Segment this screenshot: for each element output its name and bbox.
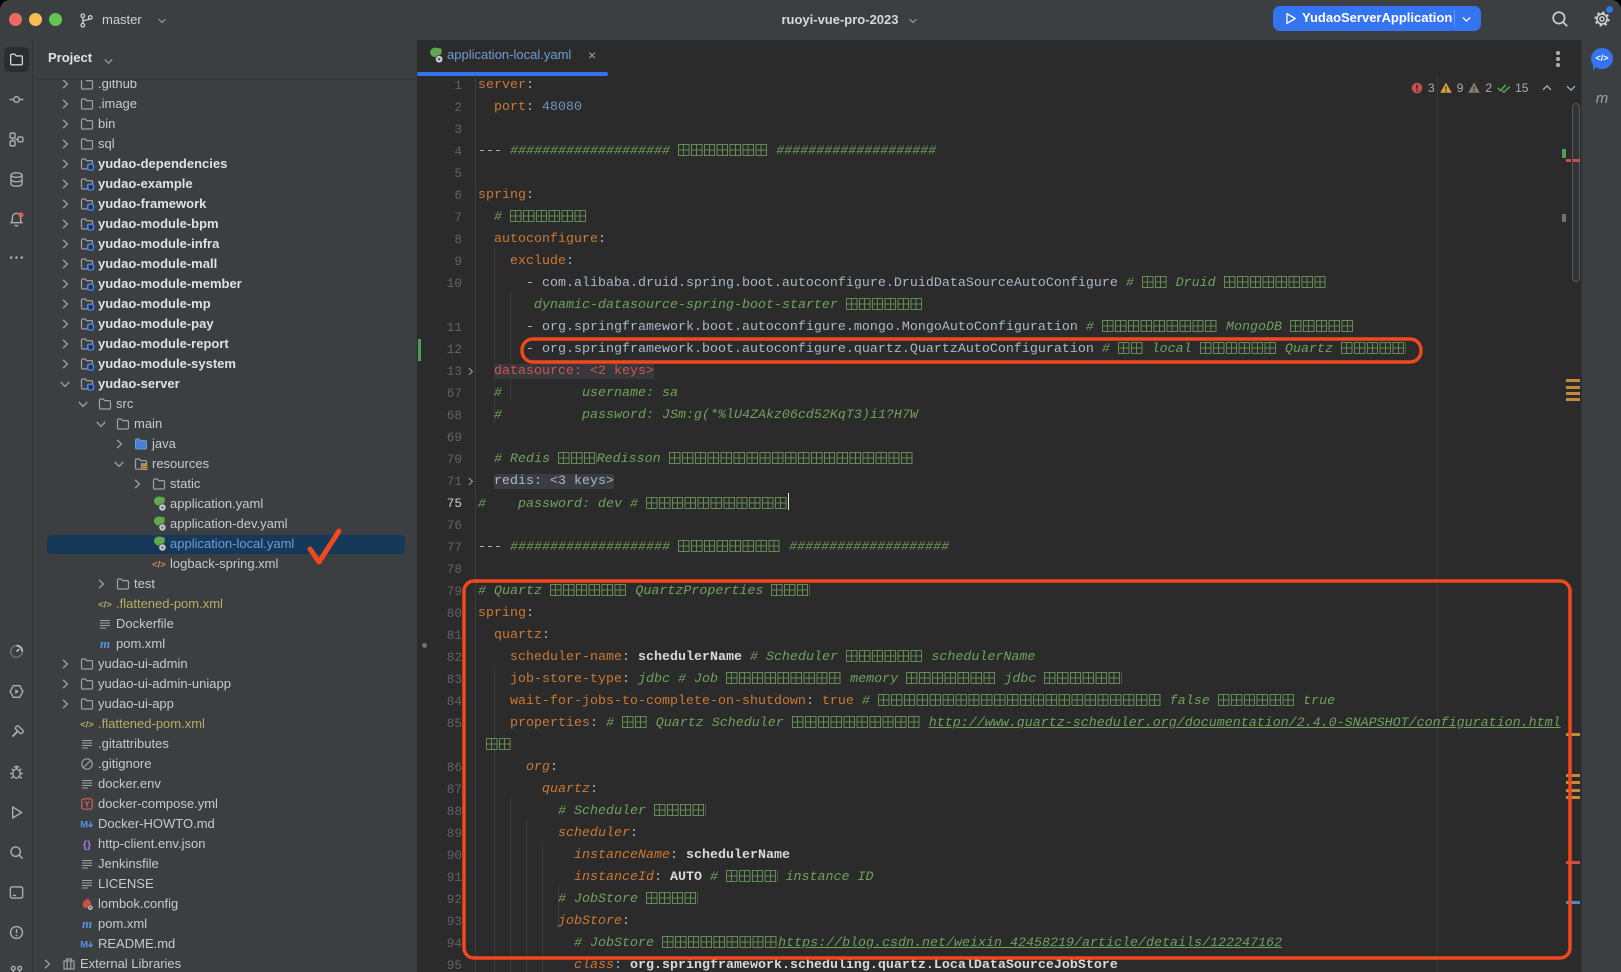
svg-text:Y: Y — [84, 800, 90, 809]
svg-text:</>: </> — [152, 560, 166, 571]
svg-text:</>: </> — [80, 720, 94, 731]
svg-text:m: m — [100, 636, 110, 651]
svg-text:M: M — [80, 939, 88, 950]
svg-text:M: M — [80, 819, 88, 830]
svg-text:</>: </> — [98, 600, 112, 611]
svg-text:m: m — [82, 916, 92, 931]
svg-text:{}: {} — [83, 839, 91, 851]
